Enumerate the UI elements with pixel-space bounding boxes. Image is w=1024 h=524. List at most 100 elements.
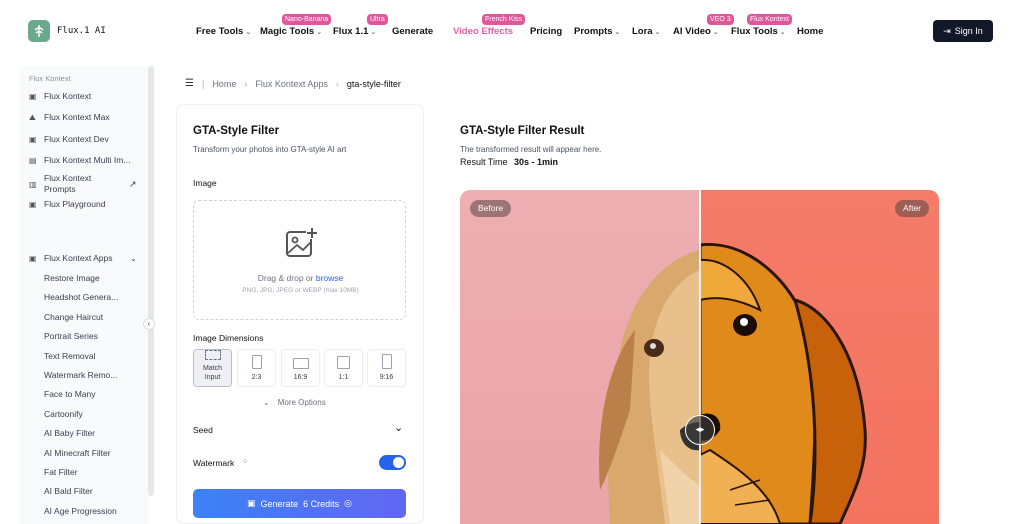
collapse-sidebar-button[interactable]: ‹ [143, 318, 155, 330]
sidebar-app-restore-image[interactable]: Restore Image [44, 273, 100, 283]
compare-divider[interactable] [699, 190, 701, 524]
sidebar-app-text-removal[interactable]: Text Removal [44, 351, 96, 361]
sidebar-app-portrait-series[interactable]: Portrait Series [44, 331, 98, 341]
sidebar-item-label: Flux Kontext [44, 91, 92, 101]
breadcrumb-home[interactable]: Home [212, 79, 236, 89]
nav-label: Flux 1.1 [333, 26, 369, 37]
aspect-ratio-icon [381, 354, 392, 369]
sidebar-group-flux-kontext-apps[interactable]: ▣ Flux Kontext Apps ⌄ [29, 253, 137, 263]
nav-label: Video Effects [453, 26, 514, 37]
nav-item-ai-video[interactable]: AI Video ⌄ [673, 26, 719, 37]
nav-item-free-tools[interactable]: Free Tools ⌄ [196, 26, 251, 37]
dimension-option-1-1[interactable]: 1:1 [324, 349, 363, 387]
nav-label: Pricing [530, 26, 563, 37]
generate-button[interactable]: ▣ Generate 6 Credits ◎ [193, 489, 406, 518]
watermark-toggle[interactable] [379, 455, 406, 470]
logo-icon[interactable] [28, 20, 50, 42]
aspect-ratio-icon [337, 356, 350, 369]
result-time-label: Result Time [460, 157, 508, 167]
chevron-down-icon: ⌄ [316, 29, 323, 36]
nav-badge: VEO 3 [707, 14, 734, 25]
mountain-icon: ⛰ [29, 113, 36, 122]
top-navigation: Flux.1 AI Free Tools ⌄ Magic Tools ⌄ Nano-Ba… [0, 0, 1024, 62]
sidebar-app-cartoonify[interactable]: Cartoonify [44, 409, 83, 419]
chevron-down-icon: ⌄ [130, 253, 137, 263]
nav-item-flux-1-1[interactable]: Flux 1.1 ⌄ [333, 26, 376, 37]
image-icon: ▣ [29, 92, 37, 101]
before-after-comparison[interactable]: Before After ◂▸ [460, 190, 939, 524]
gta-dog-illustration [698, 242, 867, 524]
toggle-knob [393, 457, 404, 468]
nav-badge: Nano-Banana [282, 14, 332, 25]
nav-item-home[interactable]: Home [797, 26, 823, 37]
nav-label: Free Tools [196, 26, 244, 37]
browse-link[interactable]: browse [316, 273, 343, 283]
dimension-label: 9:16 [379, 374, 394, 381]
sparkle-icon: ▣ [247, 498, 256, 508]
sidebar-scrollbar[interactable] [148, 66, 154, 496]
nav-item-lora[interactable]: Lora ⌄ [632, 26, 660, 37]
image-icon: ▣ [29, 135, 37, 144]
dimension-label: 1:1 [338, 374, 349, 381]
dimension-option-match-input[interactable]: Match Input [193, 349, 232, 387]
image-dropzone[interactable]: Drag & drop or browse PNG, JPG, JPEG or … [193, 200, 406, 320]
dimension-label: 16:9 [293, 374, 308, 381]
nav-label: Flux Tools [731, 26, 778, 37]
external-link-icon: ↗ [129, 178, 137, 189]
sidebar-item-flux-kontext-max[interactable]: ⛰ Flux Kontext Max [29, 112, 110, 123]
menu-toggle-icon[interactable]: ☰ [185, 78, 194, 89]
sidebar-app-fat-filter[interactable]: Fat Filter [44, 467, 78, 477]
nav-label: Magic Tools [260, 26, 315, 37]
chevron-right-icon: › [244, 78, 248, 89]
seed-chevron-icon[interactable]: ⌄ [394, 421, 403, 434]
after-tag: After [895, 200, 929, 217]
sidebar-app-face-to-many[interactable]: Face to Many [44, 389, 96, 399]
compare-handle-icon[interactable]: ◂▸ [685, 415, 715, 445]
sidebar-app-ai-bald-filter[interactable]: AI Bald Filter [44, 486, 93, 496]
sidebar-app-ai-minecraft-filter[interactable]: AI Minecraft Filter [44, 448, 111, 458]
sidebar-item-flux-playground[interactable]: ▣ Flux Playground [29, 199, 105, 210]
result-time: Result Time 30s - 1min [460, 157, 558, 167]
dimension-option-2-3[interactable]: 2:3 [237, 349, 276, 387]
aspect-ratio-icon [292, 358, 309, 369]
nav-item-flux-tools[interactable]: Flux Tools ⌄ [731, 26, 786, 37]
nav-item-pricing[interactable]: Pricing [530, 26, 562, 37]
sidebar-item-label: Flux Kontext Prompts [44, 173, 92, 194]
drop-instruction: Drag & drop or [257, 273, 316, 283]
sidebar-app-ai-baby-filter[interactable]: AI Baby Filter [44, 428, 95, 438]
nav-item-magic-tools[interactable]: Magic Tools ⌄ [260, 26, 322, 37]
nav-badge: Ultra [367, 14, 388, 25]
sidebar-app-watermark-remo[interactable]: Watermark Remo... [44, 370, 117, 380]
dimension-option-16-9[interactable]: 16:9 [281, 349, 320, 387]
image-label: Image [193, 178, 217, 188]
sidebar-item-label: Flux Playground [44, 199, 106, 209]
dimension-label: 2:3 [251, 374, 262, 381]
sidebar-app-ai-age-progression[interactable]: AI Age Progression [44, 506, 117, 516]
chevron-down-icon: ⌄ [654, 29, 661, 36]
more-options-toggle[interactable]: ⌄ More Options [263, 398, 326, 407]
dimensions-label: Image Dimensions [193, 333, 264, 343]
sidebar-item-flux-kontext-multi-im-[interactable]: ▤ Flux Kontext Multi Im... [29, 155, 130, 166]
image-icon: ▣ [29, 200, 37, 209]
sidebar-item-flux-kontext-dev[interactable]: ▣ Flux Kontext Dev [29, 134, 109, 145]
nav-item-generate[interactable]: Generate [392, 26, 433, 37]
brand-name[interactable]: Flux.1 AI [57, 26, 106, 36]
coins-icon: ◎ [344, 498, 352, 508]
breadcrumb-section[interactable]: Flux Kontext Apps [255, 79, 328, 89]
result-time-value: 30s - 1min [514, 157, 559, 167]
nav-item-prompts[interactable]: Prompts ⌄ [574, 26, 620, 37]
sidebar-item-flux-kontext[interactable]: ▣ Flux Kontext [29, 91, 91, 102]
chevron-down-icon: ⌄ [712, 29, 719, 36]
sidebar-app-change-haircut[interactable]: Change Haircut [44, 312, 103, 322]
sign-in-button[interactable]: ⇥ Sign In [933, 20, 993, 42]
sidebar-item-flux-kontext-prompts[interactable]: ▥ Flux Kontext Prompts ↗ [29, 173, 137, 195]
dog-photo [599, 250, 700, 524]
dimension-label: Match Input [202, 365, 223, 381]
before-image: Before [460, 190, 700, 524]
nav-badge: French Kiss [482, 14, 525, 25]
dimension-option-9-16[interactable]: 9:16 [367, 349, 406, 387]
result-subtitle: The transformed result will appear here. [460, 145, 602, 154]
nav-item-video-effects[interactable]: Video Effects [453, 26, 513, 37]
nav-label: Home [797, 26, 824, 37]
sidebar-app-headshot-genera[interactable]: Headshot Genera... [44, 292, 118, 302]
